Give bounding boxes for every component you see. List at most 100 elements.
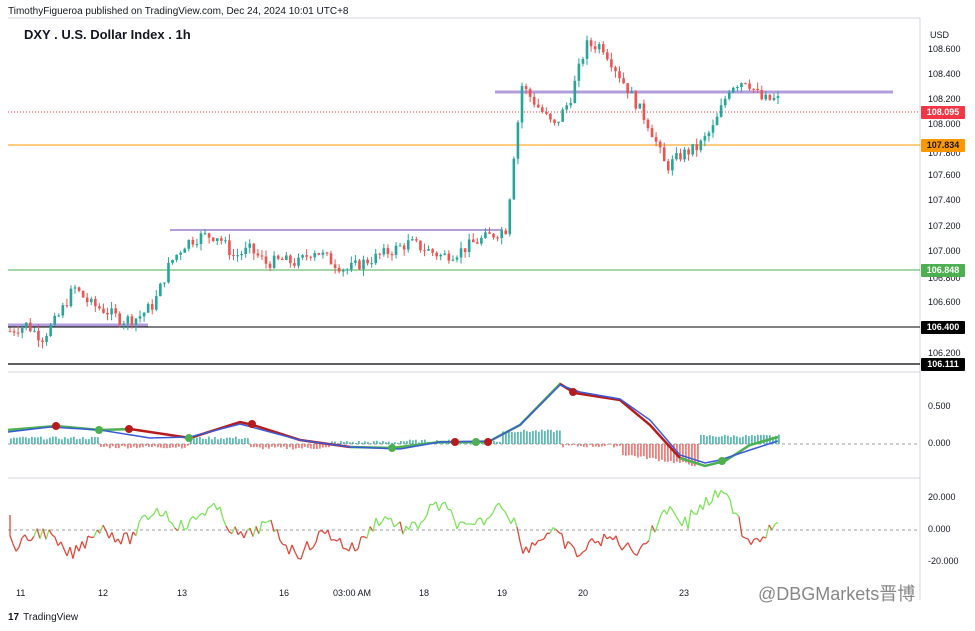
macd-bar — [616, 444, 618, 447]
osc-segment — [573, 547, 578, 557]
macd-bar — [568, 444, 570, 446]
candle-body — [289, 255, 292, 264]
osc-segment — [126, 532, 131, 545]
osc-segment — [213, 502, 218, 511]
candle-body — [715, 116, 719, 126]
macd-bar — [640, 444, 642, 457]
macd-bar — [262, 444, 264, 450]
macd-bar — [25, 437, 27, 444]
candle-body — [524, 86, 528, 90]
macd-bar — [541, 429, 543, 444]
macd-bar — [172, 444, 174, 448]
osc-segment — [84, 535, 89, 549]
macd-bar — [286, 444, 288, 449]
osc-segment — [51, 534, 56, 538]
price-chart[interactable] — [0, 0, 975, 631]
osc-segment — [765, 524, 770, 539]
osc-segment — [663, 509, 668, 515]
candle-body — [451, 259, 455, 261]
osc-segment — [771, 523, 776, 531]
osc-segment — [414, 522, 419, 530]
candle-body — [419, 240, 422, 251]
macd-bar — [649, 444, 651, 458]
tradingview-logo[interactable]: 17 TradingView — [8, 612, 78, 623]
candle-body — [329, 253, 333, 265]
macd-bar — [595, 444, 597, 447]
macd-bar — [157, 444, 159, 448]
osc-segment — [660, 509, 665, 516]
macd-bar — [526, 431, 528, 444]
macd-bar — [412, 440, 414, 444]
osc-segment — [726, 493, 731, 500]
macd-bar — [151, 444, 153, 447]
candle-body — [358, 260, 361, 270]
osc-segment — [714, 489, 719, 498]
candle-body — [53, 315, 56, 325]
osc-segment — [177, 519, 182, 532]
osc-segment — [183, 528, 188, 531]
macd-bar — [268, 444, 270, 449]
candle-body — [410, 239, 414, 241]
osc-segment — [168, 520, 173, 524]
osc-segment — [537, 539, 542, 542]
osc-segment — [582, 549, 587, 553]
osc-segment — [306, 541, 311, 551]
macd-bar — [100, 444, 102, 448]
macd-bar — [586, 444, 588, 448]
macd-bar — [631, 444, 633, 456]
macd-bar — [130, 444, 132, 448]
macd-bar — [169, 444, 171, 448]
macd-bar — [241, 438, 243, 444]
candle-body — [240, 254, 243, 256]
candle-body — [126, 316, 130, 324]
macd-bar — [547, 429, 549, 444]
osc-segment — [150, 513, 155, 517]
osc-segment — [348, 542, 353, 552]
candle-body — [492, 233, 495, 238]
osc-segment — [327, 530, 332, 541]
candle-body — [463, 248, 467, 253]
candle-body — [455, 257, 459, 260]
candle-body — [134, 318, 138, 325]
macd-bar — [409, 439, 411, 444]
candle-body — [341, 270, 345, 272]
osc-segment — [195, 515, 200, 520]
osc-segment — [105, 530, 110, 539]
candle-body — [8, 331, 12, 333]
candle-body — [171, 259, 174, 263]
macd-bar — [646, 444, 648, 460]
candle-body — [272, 255, 276, 268]
macd-bar — [283, 444, 285, 447]
macd-bar — [307, 444, 309, 448]
macd-bar — [271, 444, 273, 447]
candle-body — [638, 103, 642, 109]
osc-segment — [606, 536, 611, 540]
time-tick: 18 — [419, 588, 430, 598]
macd-bar — [223, 439, 225, 444]
candle-body — [146, 304, 150, 313]
candle-body — [512, 158, 516, 200]
candle-body — [260, 255, 264, 257]
osc-segment — [696, 504, 701, 515]
macd-bar — [220, 438, 222, 444]
macd-bar — [601, 444, 603, 447]
osc-segment — [720, 489, 725, 494]
candle-body — [439, 254, 443, 257]
macd-bar — [397, 442, 399, 444]
candle-body — [695, 144, 699, 151]
osc-segment — [93, 529, 98, 538]
osc-segment — [372, 517, 377, 532]
macd-bar — [622, 444, 624, 456]
macd-bar — [655, 444, 657, 459]
candle-body — [220, 238, 223, 241]
candle-body — [37, 330, 40, 341]
osc-segment — [636, 548, 641, 556]
candle-body — [467, 239, 471, 253]
candle-body — [654, 137, 658, 142]
macd-bar — [313, 444, 315, 450]
cross-dot — [484, 438, 492, 446]
macd-bar — [274, 444, 276, 448]
macd-bar — [97, 437, 99, 444]
candle-body — [585, 40, 589, 59]
macd-bar — [31, 436, 33, 444]
